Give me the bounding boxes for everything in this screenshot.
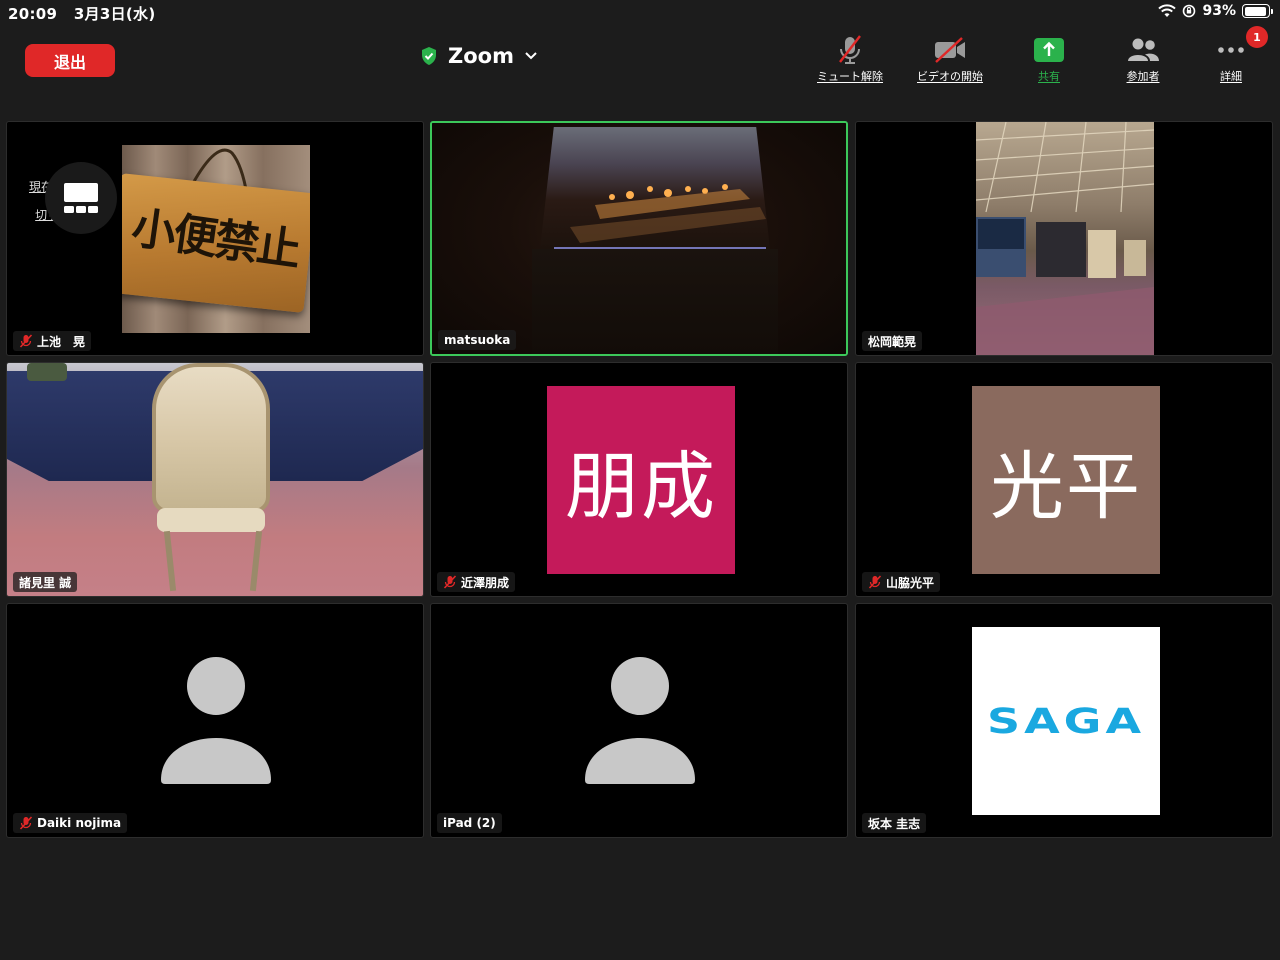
video-tile[interactable]: Daiki nojima	[6, 603, 424, 838]
video-tile[interactable]: 諸見里 誠	[6, 362, 424, 597]
status-bar: 20:09 3月3日(水) 93%	[0, 0, 1280, 26]
participant-name-tag: matsuoka	[438, 330, 517, 350]
participant-name-tag: 近澤朋成	[437, 572, 516, 592]
wifi-icon	[1158, 4, 1177, 17]
participants-icon	[1128, 38, 1159, 61]
more-button[interactable]: 1 詳細	[1186, 26, 1276, 84]
meeting-title: Zoom	[448, 44, 514, 68]
chair-seat	[157, 508, 265, 532]
leave-button[interactable]: 退出	[25, 44, 115, 77]
status-time: 20:09 3月3日(水)	[8, 3, 156, 24]
participant-name-tag: 坂本 圭志	[862, 813, 927, 833]
video-tile[interactable]: 朋成 近澤朋成	[430, 362, 848, 597]
battery-fill	[1244, 6, 1266, 16]
orientation-lock-icon	[1183, 4, 1196, 18]
hall-ceiling-icon	[976, 122, 1154, 355]
speaker-view-button[interactable]	[45, 162, 117, 234]
share-icon	[1034, 38, 1064, 62]
participant-name-tag: 上池 晃	[13, 331, 92, 351]
person-placeholder-icon	[161, 657, 271, 784]
shield-check-icon	[422, 47, 436, 65]
participant-name: 坂本 圭志	[868, 816, 921, 831]
participant-name: matsuoka	[444, 333, 511, 347]
unmute-button[interactable]: ミュート解除	[805, 34, 895, 84]
chair-back	[152, 363, 270, 513]
participant-name: 近澤朋成	[461, 575, 510, 590]
participant-name-tag: 松岡範晃	[862, 331, 923, 351]
profile-avatar: 朋成	[547, 386, 735, 574]
status-indicators: 93%	[1158, 3, 1273, 19]
participant-name-tag: iPad (2)	[437, 813, 502, 833]
participant-name: 諸見里 誠	[19, 575, 72, 590]
hall-video	[976, 122, 1154, 355]
participants-button[interactable]: 参加者	[1098, 34, 1188, 84]
sign-image: 小便禁止	[122, 145, 310, 333]
participant-name: Daiki nojima	[37, 816, 122, 830]
object	[27, 363, 67, 381]
meeting-title-dropdown[interactable]: Zoom	[420, 42, 538, 70]
battery-percent: 93%	[1202, 3, 1236, 19]
video-tile[interactable]: SAGA 坂本 圭志	[855, 603, 1273, 838]
night-scene-icon	[554, 184, 766, 249]
video-tile-active-speaker[interactable]: matsuoka	[430, 121, 848, 356]
person-placeholder-icon	[585, 657, 695, 784]
more-icon	[1218, 47, 1244, 53]
share-label: 共有	[1038, 70, 1060, 83]
video-tile[interactable]: 光平 山脇光平	[855, 362, 1273, 597]
start-video-button[interactable]: ビデオの開始	[905, 34, 995, 84]
date: 3月3日(水)	[73, 5, 156, 23]
participant-name: 上池 晃	[37, 334, 86, 349]
avatar-text: 光平	[990, 443, 1142, 530]
participant-name-tag: 山脇光平	[862, 572, 941, 592]
chevron-down-icon	[525, 52, 537, 60]
participant-name-tag: 諸見里 誠	[13, 572, 78, 592]
more-label: 詳細	[1220, 70, 1242, 83]
share-button[interactable]: 共有	[1004, 34, 1094, 84]
mic-off-icon	[839, 35, 861, 64]
unmute-label: ミュート解除	[817, 70, 883, 83]
profile-avatar: 光平	[972, 386, 1160, 574]
participant-name: iPad (2)	[443, 816, 496, 830]
logo-text: SAGA	[986, 700, 1146, 742]
participant-name: 松岡範晃	[868, 334, 917, 349]
video-off-icon	[935, 37, 965, 63]
speaker-view-icon	[64, 183, 98, 213]
avatar-text: 朋成	[565, 443, 717, 530]
clock: 20:09	[8, 5, 58, 23]
notification-badge: 1	[1246, 26, 1268, 48]
participants-label: 参加者	[1126, 70, 1160, 83]
battery-icon	[1242, 4, 1273, 18]
switch-to-speaker-view[interactable]: 現在発言中の 方に 切り替える	[19, 162, 117, 234]
start-video-label: ビデオの開始	[917, 70, 983, 83]
profile-logo: SAGA	[972, 627, 1160, 815]
video-tile[interactable]: 小便禁止 現在発言中の 方に 切り替える 上池 晃	[6, 121, 424, 356]
muted-mic-icon	[19, 334, 33, 348]
muted-mic-icon	[443, 575, 457, 589]
stage-floor	[532, 249, 778, 354]
video-tile[interactable]: iPad (2)	[430, 603, 848, 838]
muted-mic-icon	[19, 816, 33, 830]
participant-name-tag: Daiki nojima	[13, 813, 128, 833]
muted-mic-icon	[868, 575, 882, 589]
video-tile[interactable]: 松岡範晃	[855, 121, 1273, 356]
participant-name: 山脇光平	[886, 575, 935, 590]
